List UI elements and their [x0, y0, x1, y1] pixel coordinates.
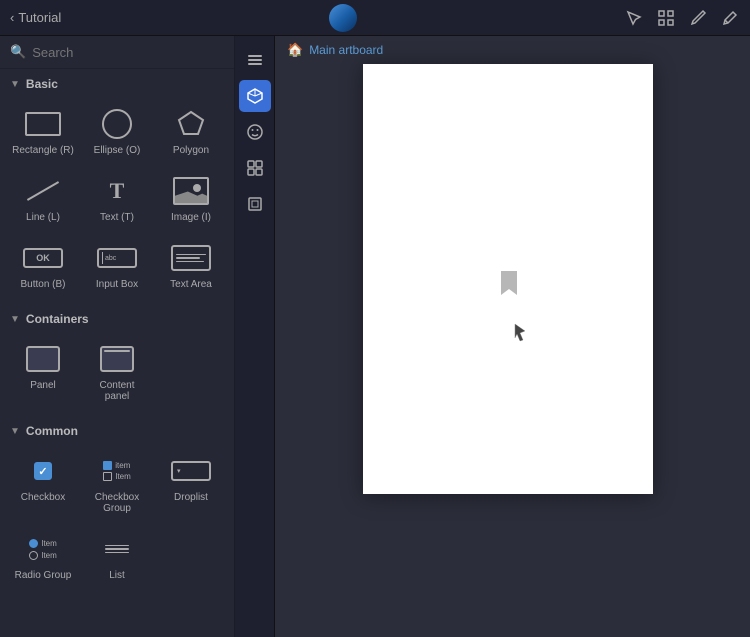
ellipse-label: Ellipse (O) — [94, 145, 141, 156]
frame-tool-icon[interactable] — [656, 8, 676, 28]
component-droplist[interactable]: ▾ Droplist — [156, 446, 226, 520]
artboard[interactable] — [363, 64, 653, 494]
list-icon — [95, 532, 139, 566]
common-components-grid: Checkbox item Item Ch — [0, 442, 234, 595]
droplist-label: Droplist — [174, 492, 208, 503]
component-line[interactable]: Line (L) — [8, 166, 78, 229]
artboard-label-text: Main artboard — [309, 43, 383, 57]
stacks-tool[interactable] — [239, 152, 271, 184]
artboard-label: 🏠 Main artboard — [275, 36, 750, 64]
checkboxgroup-label: Checkbox Group — [86, 492, 148, 514]
button-component-icon: OK — [21, 241, 65, 275]
image-icon — [169, 174, 213, 208]
panel-label: Panel — [30, 380, 56, 391]
checkbox-icon — [21, 454, 65, 488]
search-icon: 🔍 — [10, 44, 26, 60]
component-button[interactable]: OK Button (B) — [8, 233, 78, 296]
rectangle-label: Rectangle (R) — [12, 145, 74, 156]
artboard-icon: 🏠 — [287, 42, 303, 58]
component-inputbox[interactable]: abc Input Box — [82, 233, 152, 296]
basic-components-grid: Rectangle (R) Ellipse (O) Polygon — [0, 95, 234, 304]
inputbox-icon: abc — [95, 241, 139, 275]
component-radiogroup[interactable]: Item Item Radio Group — [8, 524, 78, 587]
text-icon: T — [95, 174, 139, 208]
topbar-icons — [624, 8, 740, 28]
frame-tool[interactable] — [239, 188, 271, 220]
inputbox-label: Input Box — [96, 279, 138, 290]
back-label: Tutorial — [18, 10, 61, 25]
chevron-down-icon-3: ▼ — [10, 426, 20, 437]
emoji-tool[interactable] — [239, 116, 271, 148]
component-textarea[interactable]: Text Area — [156, 233, 226, 296]
panel-icon — [21, 342, 65, 376]
button-label: Button (B) — [20, 279, 65, 290]
back-arrow-icon: ‹ — [10, 10, 14, 25]
component-list[interactable]: List — [82, 524, 152, 587]
chevron-down-icon-2: ▼ — [10, 314, 20, 325]
component-checkbox[interactable]: Checkbox — [8, 446, 78, 520]
component-panel[interactable]: Panel — [8, 334, 78, 408]
radiogroup-label: Radio Group — [15, 570, 72, 581]
back-button[interactable]: ‹ Tutorial — [10, 10, 61, 25]
layers-tool[interactable] — [239, 44, 271, 76]
middle-toolbar — [235, 36, 275, 637]
textarea-label: Text Area — [170, 279, 212, 290]
contentpanel-icon — [95, 342, 139, 376]
main-layout: 🔍 ▼ Basic Rectangle (R) Ellipse (O) — [0, 36, 750, 637]
section-common-header[interactable]: ▼ Common — [0, 416, 234, 442]
canvas-content[interactable] — [275, 64, 750, 637]
cursor-indicator — [513, 322, 527, 347]
polygon-label: Polygon — [173, 145, 209, 156]
search-input[interactable] — [32, 45, 224, 60]
droplist-icon: ▾ — [169, 454, 213, 488]
radiogroup-icon: Item Item — [21, 532, 65, 566]
section-containers-label: Containers — [26, 312, 89, 326]
text-label: Text (T) — [100, 212, 134, 223]
pen-tool-icon[interactable] — [688, 8, 708, 28]
component-ellipse[interactable]: Ellipse (O) — [82, 99, 152, 162]
rectangle-icon — [21, 107, 65, 141]
list-label: List — [109, 570, 125, 581]
canvas-area: 🏠 Main artboard — [275, 36, 750, 637]
section-basic-header[interactable]: ▼ Basic — [0, 69, 234, 95]
checkboxgroup-icon: item Item — [95, 454, 139, 488]
textarea-icon — [169, 241, 213, 275]
section-containers-header[interactable]: ▼ Containers — [0, 304, 234, 330]
app-logo — [329, 4, 357, 32]
search-bar: 🔍 — [0, 36, 234, 69]
section-basic-label: Basic — [26, 77, 58, 91]
topbar: ‹ Tutorial — [0, 0, 750, 36]
left-panel: 🔍 ▼ Basic Rectangle (R) Ellipse (O) — [0, 36, 235, 637]
component-image[interactable]: Image (I) — [156, 166, 226, 229]
contentpanel-label: Content panel — [86, 380, 148, 402]
line-label: Line (L) — [26, 212, 60, 223]
component-polygon[interactable]: Polygon — [156, 99, 226, 162]
chevron-down-icon: ▼ — [10, 79, 20, 90]
component-rectangle[interactable]: Rectangle (R) — [8, 99, 78, 162]
checkbox-label: Checkbox — [21, 492, 65, 503]
cursor-tool-icon[interactable] — [624, 8, 644, 28]
pencil-tool-icon[interactable] — [720, 8, 740, 28]
line-icon — [21, 174, 65, 208]
topbar-center — [69, 4, 616, 32]
ellipse-icon — [95, 107, 139, 141]
component-text[interactable]: T Text (T) — [82, 166, 152, 229]
image-label: Image (I) — [171, 212, 211, 223]
polygon-icon — [169, 107, 213, 141]
bookmark-icon — [498, 269, 520, 302]
containers-components-grid: Panel Content panel — [0, 330, 234, 416]
component-contentpanel[interactable]: Content panel — [82, 334, 152, 408]
section-common-label: Common — [26, 424, 78, 438]
component-checkboxgroup[interactable]: item Item Checkbox Group — [82, 446, 152, 520]
components-tool[interactable] — [239, 80, 271, 112]
